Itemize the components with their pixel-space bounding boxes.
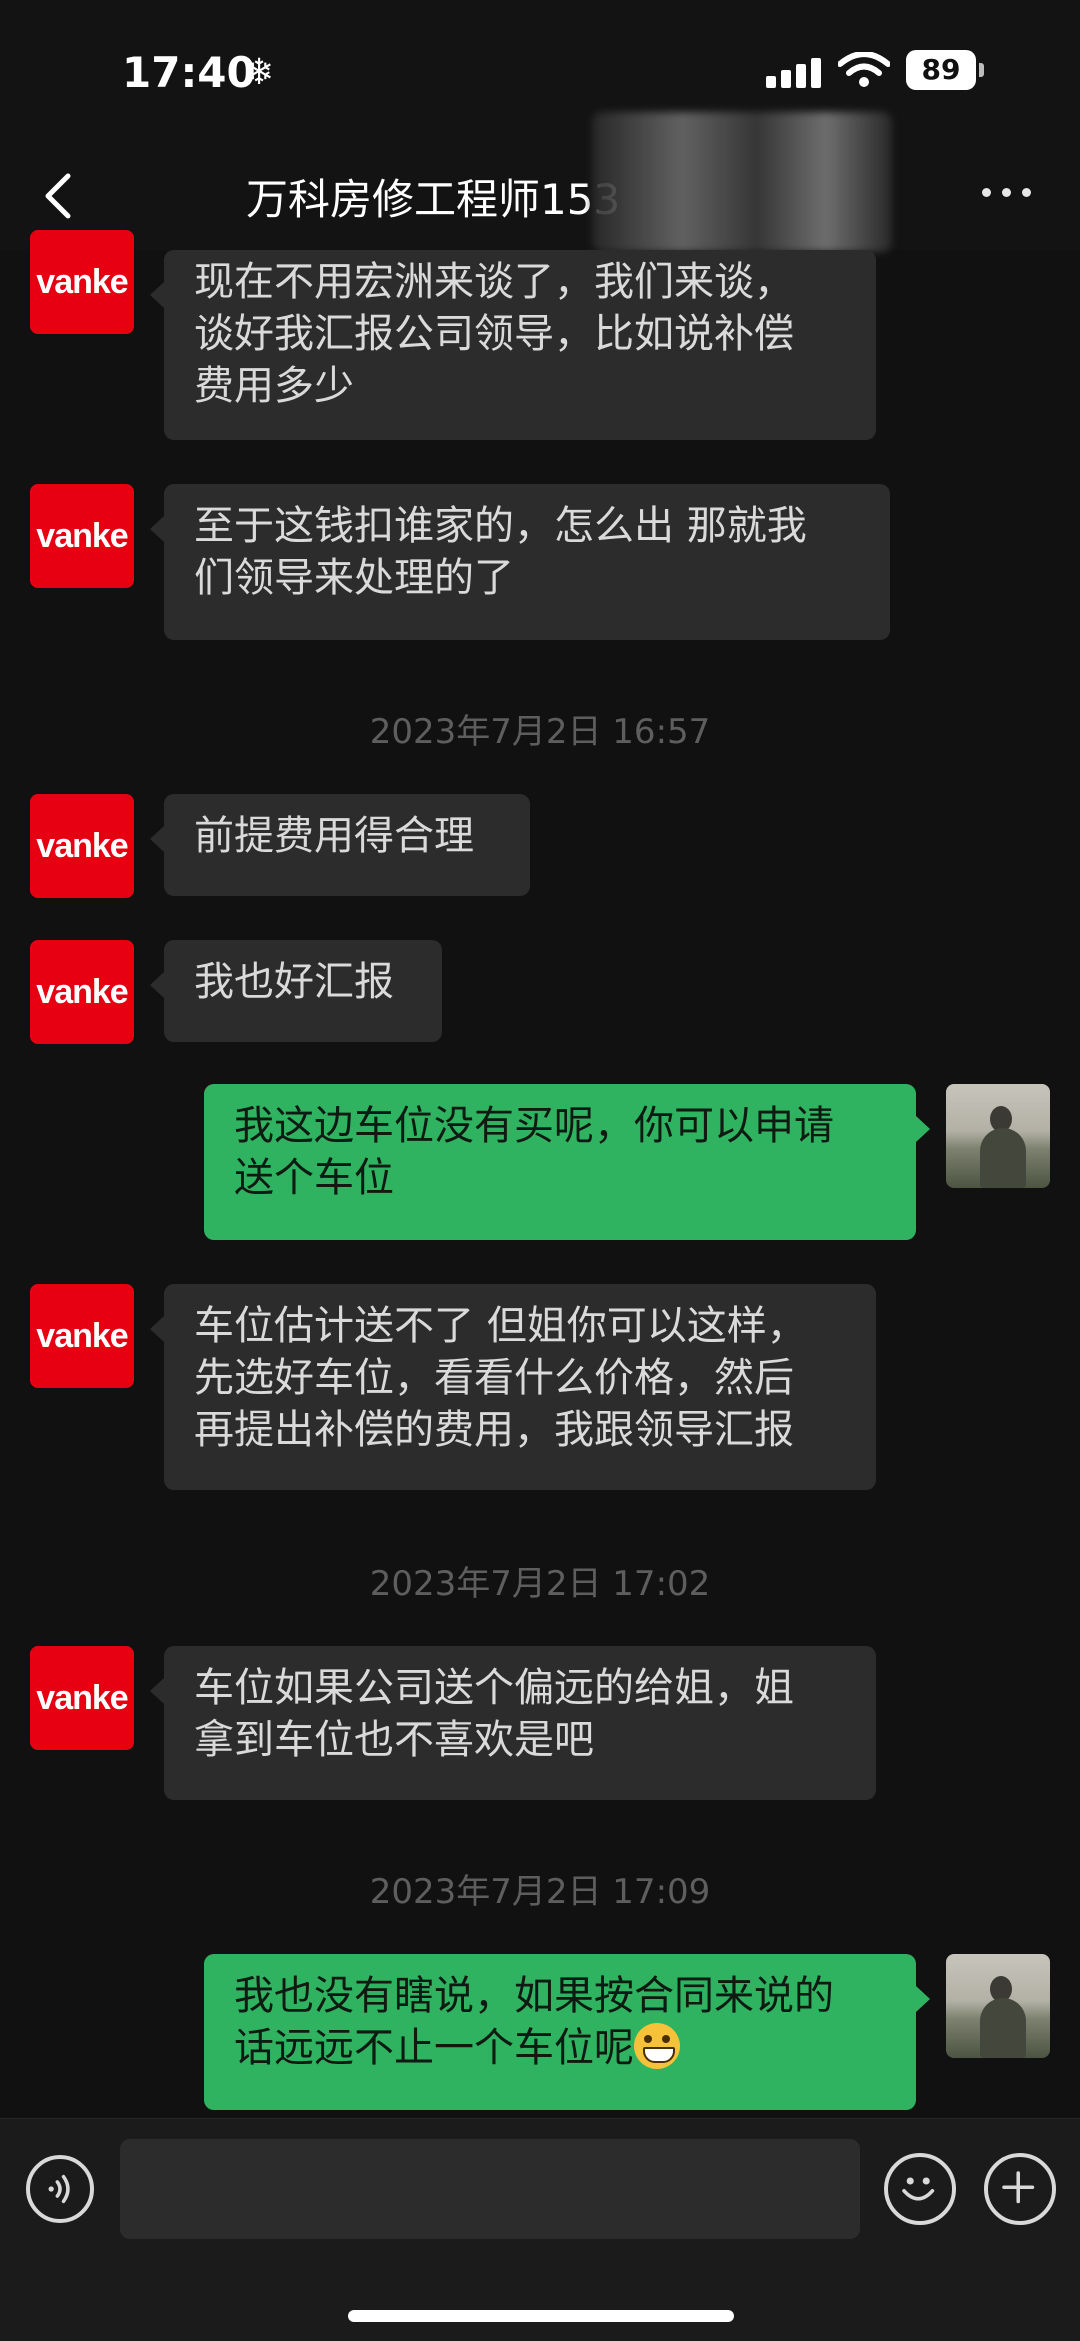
incoming-message[interactable]: 车位如果公司送个偏远的给姐，姐 拿到车位也不喜欢是吧 <box>150 1646 876 1800</box>
message-line: 我也好汇报 <box>194 959 394 1005</box>
cellular-signal-icon <box>766 56 822 88</box>
incoming-message[interactable]: 前提费用得合理 <box>150 794 530 896</box>
vanke-avatar[interactable]: vanke <box>30 794 134 898</box>
incoming-message[interactable]: 至于这钱扣谁家的，怎么出 那就我 们领导来处理的了 <box>150 484 890 640</box>
status-time: 17:40 <box>122 48 256 97</box>
message-line: 送个车位 <box>234 1155 394 1201</box>
user-avatar[interactable] <box>946 1084 1050 1188</box>
plus-icon[interactable] <box>984 2153 1056 2225</box>
user-avatar[interactable] <box>946 1954 1050 2058</box>
message-line: 谈好我汇报公司领导，比如说补偿 <box>194 311 794 357</box>
vanke-avatar[interactable]: vanke <box>30 484 134 588</box>
message-line: 车位估计送不了 但姐你可以这样， <box>194 1303 807 1349</box>
more-options-icon[interactable] <box>982 186 1034 200</box>
battery-icon: 89 <box>906 50 984 90</box>
message-line: 们领导来处理的了 <box>194 555 514 601</box>
message-line: 前提费用得合理 <box>194 813 474 859</box>
vanke-avatar[interactable]: vanke <box>30 230 134 334</box>
status-bar: 17:40 ❄ 89 <box>0 0 1080 140</box>
incoming-message[interactable]: 现在不用宏洲来谈了，我们来谈， 谈好我汇报公司领导，比如说补偿 费用多少 <box>150 250 876 440</box>
message-input[interactable] <box>120 2139 860 2239</box>
message-line-text: 话远远不止一个车位呢 <box>234 2025 634 2071</box>
vanke-avatar[interactable]: vanke <box>30 940 134 1044</box>
message-line: 我也没有瞎说，如果按合同来说的 <box>234 1973 834 2019</box>
message-line: 拿到车位也不喜欢是吧 <box>194 1717 594 1763</box>
voice-input-icon[interactable] <box>26 2155 94 2223</box>
outgoing-message[interactable]: 我也没有瞎说，如果按合同来说的 话远远不止一个车位呢 <box>204 1954 930 2110</box>
chat-screen: 17:40 ❄ 89 万科房修工程师153 vanke 现在不用宏洲来谈了，我们… <box>0 0 1080 2341</box>
message-line: 费用多少 <box>194 363 354 409</box>
back-arrow-icon[interactable] <box>38 170 78 222</box>
chat-title: 万科房修工程师153 <box>246 175 621 224</box>
incoming-message[interactable]: 我也好汇报 <box>150 940 442 1042</box>
grin-emoji-icon <box>634 2023 680 2069</box>
redacted-phone-number <box>592 112 892 252</box>
message-line: 先选好车位，看看什么价格，然后 <box>194 1355 794 1401</box>
incoming-message[interactable]: 车位估计送不了 但姐你可以这样， 先选好车位，看看什么价格，然后 再提出补偿的费… <box>150 1284 876 1490</box>
home-indicator[interactable] <box>348 2310 734 2322</box>
outgoing-message[interactable]: 我这边车位没有买呢，你可以申请 送个车位 <box>204 1084 930 1240</box>
message-line: 现在不用宏洲来谈了，我们来谈， <box>194 259 794 305</box>
vanke-avatar[interactable]: vanke <box>30 1646 134 1750</box>
message-input-bar <box>0 2118 1080 2341</box>
snowflake-icon: ❄ <box>244 52 275 93</box>
vanke-avatar[interactable]: vanke <box>30 1284 134 1388</box>
timestamp: 2023年7月2日 17:09 <box>369 1872 711 1912</box>
message-line: 至于这钱扣谁家的，怎么出 那就我 <box>194 503 807 549</box>
chat-header: 万科房修工程师153 <box>0 140 1080 250</box>
message-line: 再提出补偿的费用，我跟领导汇报 <box>194 1407 794 1453</box>
timestamp: 2023年7月2日 17:02 <box>369 1564 711 1604</box>
timestamp: 2023年7月2日 16:57 <box>369 712 711 752</box>
message-line: 我这边车位没有买呢，你可以申请 <box>234 1103 834 1149</box>
wifi-icon <box>838 52 890 87</box>
emoji-icon[interactable] <box>884 2153 956 2225</box>
message-line: 车位如果公司送个偏远的给姐，姐 <box>194 1665 794 1711</box>
message-line-with-emoji: 话远远不止一个车位呢 <box>234 2022 886 2074</box>
